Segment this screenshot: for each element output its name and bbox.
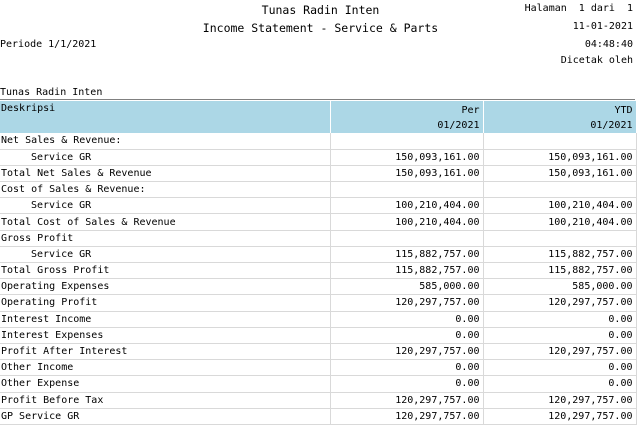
row-description: Other Expense (0, 375, 331, 393)
row-per-value: 100,210,404.00 (330, 213, 484, 231)
column-header-ytd: YTD 01/2021 (483, 101, 637, 133)
row-description: GP Service GR (0, 408, 331, 425)
table-row: Profit After Interest 120,297,757.00 120,2… (0, 343, 637, 361)
row-description: Gross Profit (0, 230, 331, 247)
row-description: Cost of Sales & Revenue: (0, 181, 331, 199)
row-description: Service GR (0, 246, 331, 264)
table-row: Profit Before Tax 120,297,757.00 120,297,7… (0, 392, 637, 409)
row-description: Service GR (0, 197, 331, 215)
row-ytd-value: 150,093,161.00 (483, 149, 637, 166)
table-row: Other Income 0.00 0.00 (0, 359, 637, 377)
row-description: Net Sales & Revenue: (0, 133, 331, 150)
row-ytd-value: 120,297,757.00 (483, 343, 637, 361)
row-description: Operating Expenses (0, 278, 331, 296)
row-per-value: 0.00 (330, 327, 484, 344)
row-per-value: 0.00 (330, 311, 484, 328)
table-row: Other Expense 0.00 0.00 (0, 375, 637, 393)
row-per-value: 0.00 (330, 375, 484, 393)
print-date: 11-01-2021 (572, 21, 633, 32)
row-per-value (330, 230, 484, 247)
row-ytd-value: 100,210,404.00 (483, 197, 637, 215)
row-description: Interest Income (0, 311, 331, 328)
table-row: Total Net Sales & Revenue 150,093,161.00 1… (0, 165, 637, 183)
row-per-value: 120,297,757.00 (330, 392, 484, 409)
row-per-value: 120,297,757.00 (330, 294, 484, 312)
page-info: Halaman 1 dari 1 (524, 3, 633, 14)
row-per-value (330, 181, 484, 199)
table-row: GP Service GR 120,297,757.00 120,297,757.0… (0, 408, 637, 425)
company-subheading: Tunas Radin Inten (0, 87, 103, 98)
row-per-value: 115,882,757.00 (330, 246, 484, 264)
table-row: Total Cost of Sales & Revenue 100,210,404… (0, 213, 637, 231)
table-row: Gross Profit (0, 230, 637, 247)
column-header-ytd-label: YTD (614, 105, 633, 116)
printed-by: Dicetak oleh (560, 55, 633, 66)
table-row: Service GR 150,093,161.00 150,093,161.00 (0, 149, 637, 166)
table-row: Operating Profit 120,297,757.00 120,297,75… (0, 294, 637, 312)
row-per-value: 120,297,757.00 (330, 408, 484, 425)
table-row: Service GR 100,210,404.00 100,210,404.00 (0, 197, 637, 215)
table-row: Operating Expenses 585,000.00 585,000.00 (0, 278, 637, 296)
row-ytd-value (483, 230, 637, 247)
row-per-value: 115,882,757.00 (330, 262, 484, 280)
row-per-value: 150,093,161.00 (330, 149, 484, 166)
row-per-value: 100,210,404.00 (330, 197, 484, 215)
row-description: Profit Before Tax (0, 392, 331, 409)
column-header-per-period: 01/2021 (437, 120, 480, 131)
table-row: Interest Income 0.00 0.00 (0, 311, 637, 328)
row-ytd-value: 120,297,757.00 (483, 408, 637, 425)
row-ytd-value: 120,297,757.00 (483, 294, 637, 312)
report-title: Income Statement - Service & Parts (202, 21, 439, 35)
column-header-ytd-period: 01/2021 (590, 120, 633, 131)
row-description: Other Income (0, 359, 331, 377)
row-ytd-value (483, 133, 637, 150)
row-ytd-value: 585,000.00 (483, 278, 637, 296)
table-row: Net Sales & Revenue: (0, 133, 637, 150)
row-description: Profit After Interest (0, 343, 331, 361)
table-row: Cost of Sales & Revenue: (0, 181, 637, 199)
row-ytd-value (483, 181, 637, 199)
row-description: Total Gross Profit (0, 262, 331, 280)
row-description: Operating Profit (0, 294, 331, 312)
column-header-per-label: Per (461, 105, 480, 116)
table-row: Service GR 115,882,757.00 115,882,757.00 (0, 246, 637, 264)
row-ytd-value: 0.00 (483, 327, 637, 344)
row-ytd-value: 115,882,757.00 (483, 246, 637, 264)
row-description: Interest Expenses (0, 327, 331, 344)
report-period: Periode 1/1/2021 (0, 39, 97, 50)
row-per-value: 150,093,161.00 (330, 165, 484, 183)
table-row: Interest Expenses 0.00 0.00 (0, 327, 637, 344)
row-per-value (330, 133, 484, 150)
row-description: Total Cost of Sales & Revenue (0, 213, 331, 231)
table-header-row: Deskripsi Per 01/2021 YTD 01/2021 (0, 101, 637, 133)
row-ytd-value: 120,297,757.00 (483, 392, 637, 409)
row-ytd-value: 0.00 (483, 359, 637, 377)
row-ytd-value: 100,210,404.00 (483, 213, 637, 231)
header-divider (0, 99, 635, 100)
table-row: Total Gross Profit 115,882,757.00 115,882,… (0, 262, 637, 280)
row-ytd-value: 150,093,161.00 (483, 165, 637, 183)
row-description: Total Net Sales & Revenue (0, 165, 331, 183)
row-per-value: 120,297,757.00 (330, 343, 484, 361)
column-header-per: Per 01/2021 (330, 101, 484, 133)
row-per-value: 585,000.00 (330, 278, 484, 296)
row-ytd-value: 115,882,757.00 (483, 262, 637, 280)
print-time: 04:48:40 (584, 39, 633, 50)
row-ytd-value: 0.00 (483, 311, 637, 328)
column-header-description: Deskripsi (0, 101, 331, 133)
row-description: Service GR (0, 149, 331, 166)
row-ytd-value: 0.00 (483, 375, 637, 393)
income-statement-table: Deskripsi Per 01/2021 YTD 01/2021 Net Sa… (0, 101, 637, 425)
row-per-value: 0.00 (330, 359, 484, 377)
